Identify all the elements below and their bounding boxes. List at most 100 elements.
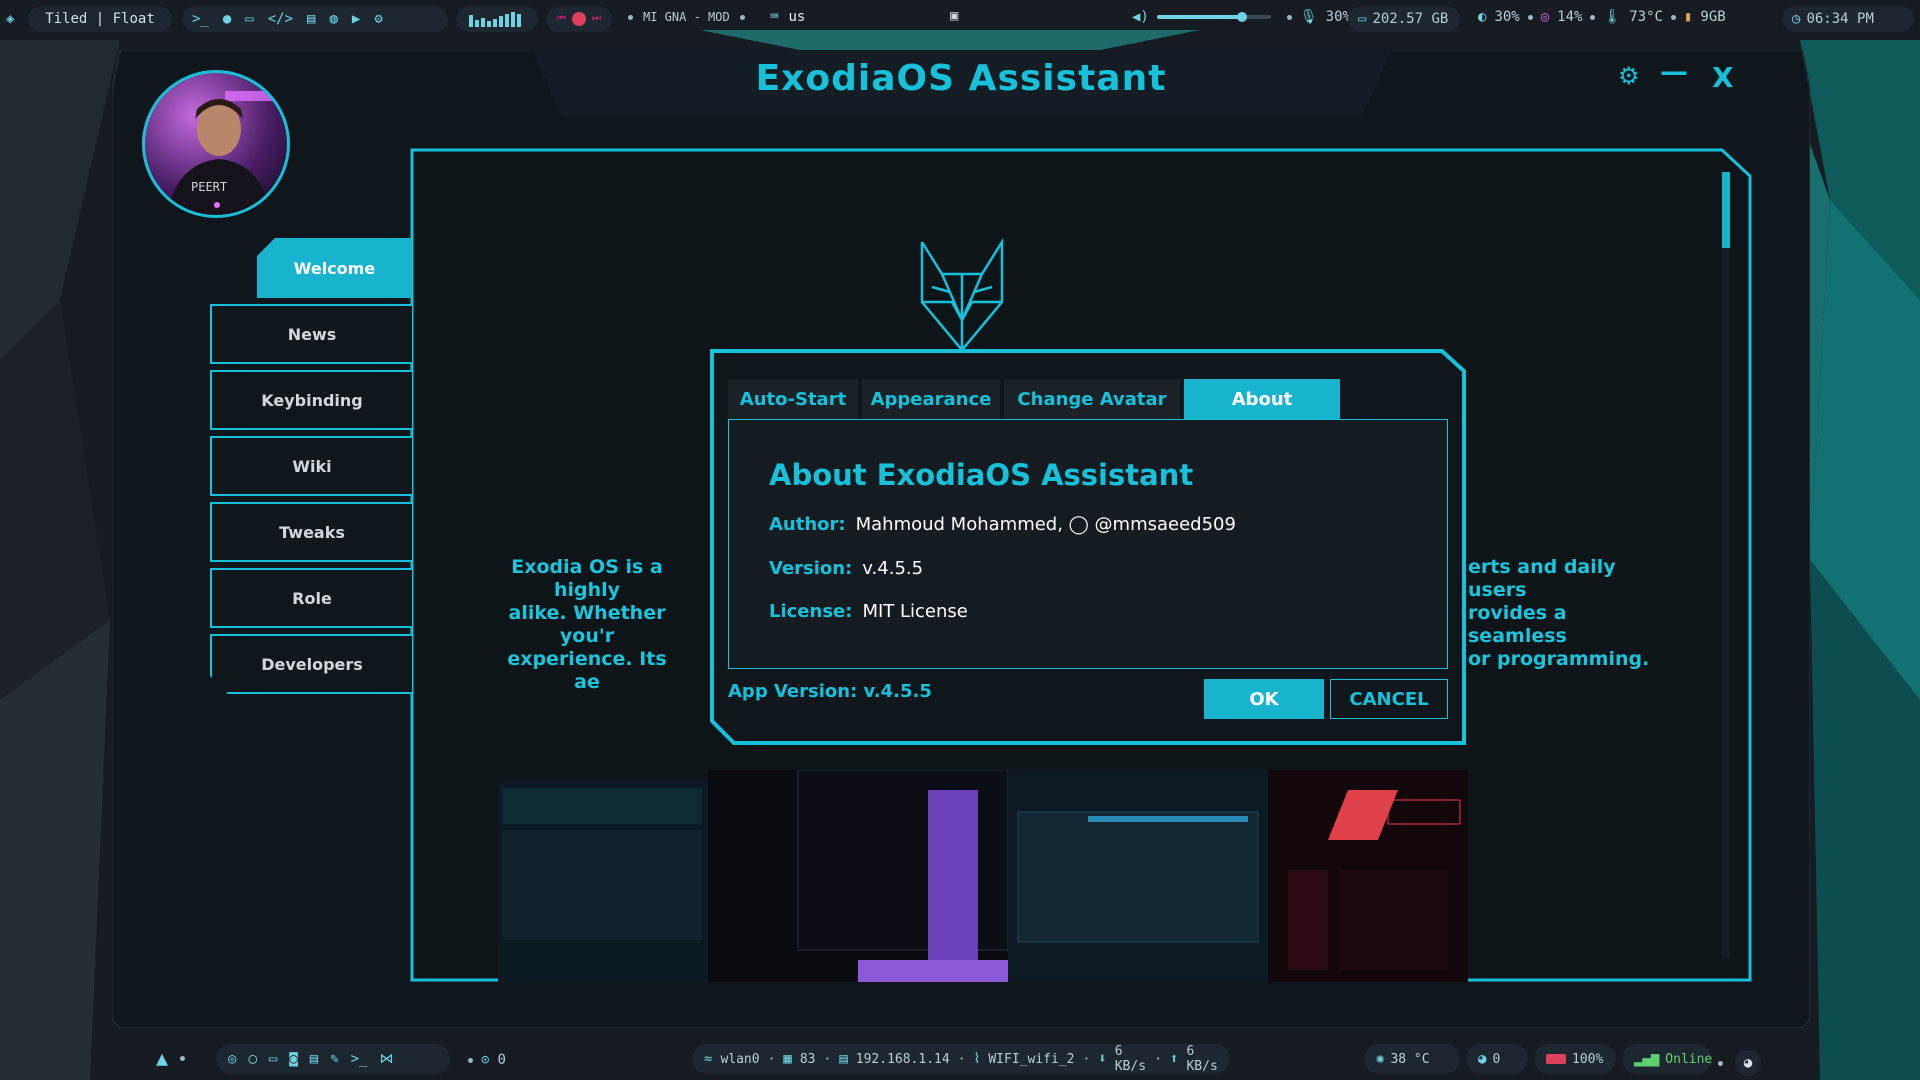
palette-icon[interactable]: ◕ bbox=[1735, 1050, 1761, 1076]
license-label: License: bbox=[769, 601, 853, 622]
volume-icon: ◀) bbox=[1132, 9, 1149, 25]
nav-welcome-label: Welcome bbox=[293, 258, 376, 278]
assistant-window: ExodiaOS Assistant ⚙ — X PEERT Welcome N… bbox=[112, 50, 1810, 1028]
about-heading: About ExodiaOS Assistant bbox=[769, 458, 1194, 492]
nav-wiki[interactable]: Wiki bbox=[210, 436, 412, 496]
close-button[interactable]: X bbox=[1712, 64, 1734, 92]
thermometer-icon: 🌡 bbox=[1603, 9, 1622, 25]
github-icon: ◕ bbox=[1478, 1051, 1487, 1067]
volume-control[interactable]: ◀) 🎙 30% bbox=[1132, 9, 1351, 25]
tab-appearance[interactable]: Appearance bbox=[862, 379, 1000, 419]
chat-icon[interactable]: ◍ bbox=[329, 12, 337, 26]
workspaces[interactable]: ⊙ 0 bbox=[468, 1052, 506, 1068]
clock-icon: ◷ bbox=[1792, 11, 1801, 27]
terminal-icon[interactable]: >_ bbox=[192, 12, 209, 26]
sun-icon: ✺ bbox=[1376, 1051, 1385, 1067]
tab-label: About bbox=[1231, 388, 1293, 410]
volume-slider-knob[interactable] bbox=[1237, 12, 1248, 22]
tray-center-icon[interactable]: ▣ bbox=[950, 9, 958, 23]
tab-auto-start[interactable]: Auto-Start bbox=[728, 379, 858, 419]
folder-icon[interactable]: ▭ bbox=[245, 12, 253, 26]
notes-icon[interactable]: ▤ bbox=[307, 12, 315, 26]
whatsapp-icon[interactable]: ◯ bbox=[248, 1052, 256, 1066]
vscode-icon[interactable]: ⋈ bbox=[379, 1052, 393, 1066]
upload-icon: ⬆ bbox=[1170, 1051, 1179, 1067]
signal-icon: ▦ bbox=[783, 1051, 792, 1067]
ram-icon: ▮ bbox=[1683, 9, 1693, 25]
wifi-icon: ≈ bbox=[704, 1051, 713, 1067]
ram-value: 9GB bbox=[1700, 9, 1726, 25]
nav-keybinding[interactable]: Keybinding bbox=[210, 370, 412, 430]
tray-right: ◕ bbox=[1718, 1050, 1761, 1076]
tab-about[interactable]: About bbox=[1184, 379, 1340, 419]
description-right: erts and daily users rovides a seamless … bbox=[1468, 556, 1668, 671]
firefox-icon[interactable]: ● bbox=[223, 12, 231, 26]
now-playing: MI GNA - MOD bbox=[628, 10, 745, 24]
cancel-button[interactable]: CANCEL bbox=[1330, 679, 1448, 719]
code-icon[interactable]: </> bbox=[268, 12, 293, 26]
youtube-icon[interactable]: ▶ bbox=[352, 12, 360, 26]
now-playing-text: MI GNA - MOD bbox=[643, 10, 730, 24]
nav-tweaks[interactable]: Tweaks bbox=[210, 502, 412, 562]
nav-role[interactable]: Role bbox=[210, 568, 412, 628]
github-notifications[interactable]: ◕ 0 bbox=[1466, 1044, 1528, 1074]
window-title: ExodiaOS Assistant bbox=[755, 58, 1167, 99]
monitor-icon[interactable]: ▭ bbox=[269, 1052, 277, 1066]
arch-logo-icon[interactable]: ◈ bbox=[6, 12, 14, 26]
signal-bars-icon: ▂▄▆ bbox=[1634, 1051, 1660, 1067]
nav-developers[interactable]: Developers bbox=[210, 634, 412, 694]
ssid: WIFI_wifi_2 bbox=[988, 1051, 1075, 1067]
memory-value: 14% bbox=[1557, 9, 1583, 25]
next-icon[interactable]: ⏭ bbox=[592, 14, 601, 24]
workspace-icon: ⊙ bbox=[481, 1052, 490, 1068]
keyboard-layout[interactable]: ⌨ us bbox=[770, 9, 805, 25]
nav-keybinding-label: Keybinding bbox=[261, 390, 363, 410]
editor-icon[interactable]: ✎ bbox=[330, 1052, 338, 1066]
battery-value: 100% bbox=[1572, 1051, 1604, 1067]
clock[interactable]: ◷ 06:34 PM bbox=[1782, 6, 1914, 32]
nav-news[interactable]: News bbox=[210, 304, 412, 364]
app-launcher-bar: >_ ● ▭ </> ▤ ◍ ▶ ⚙ bbox=[182, 6, 448, 32]
version-label: Version: bbox=[769, 558, 853, 579]
ip-address: 192.168.1.14 bbox=[855, 1051, 950, 1067]
avatar-photo: PEERT bbox=[166, 91, 287, 215]
tab-label: Auto-Start bbox=[739, 388, 847, 410]
cpu-temp-value: 38 °C bbox=[1390, 1051, 1430, 1067]
chrome-icon[interactable]: ◎ bbox=[228, 1052, 236, 1066]
author-value: Mahmoud Mohammed, ◯ @mmsaeed509 bbox=[855, 514, 1236, 535]
previous-icon[interactable]: ⏮ bbox=[557, 14, 566, 24]
app-version: App Version: v.4.5.5 bbox=[728, 681, 932, 702]
battery: 100% bbox=[1534, 1044, 1616, 1074]
files-icon[interactable]: ▤ bbox=[310, 1052, 318, 1066]
nav-welcome[interactable]: Welcome bbox=[257, 238, 412, 298]
clock-value: 06:34 PM bbox=[1806, 11, 1874, 27]
arch-launcher-icon[interactable]: ▲ bbox=[156, 1048, 168, 1068]
about-panel: About ExodiaOS Assistant Author: Mahmoud … bbox=[728, 419, 1448, 669]
description-left-line: experience. Its ae bbox=[507, 648, 667, 693]
minimize-button[interactable]: — bbox=[1660, 58, 1688, 86]
terminal-icon[interactable]: >_ bbox=[351, 1052, 368, 1066]
layout-switch[interactable]: Tiled | Float bbox=[28, 6, 172, 32]
gear-icon[interactable]: ⚙ bbox=[374, 12, 382, 26]
ssid-icon: ⌇ bbox=[973, 1051, 981, 1067]
wolf-logo-icon bbox=[920, 237, 1004, 352]
volume-slider[interactable] bbox=[1156, 12, 1271, 22]
ok-button[interactable]: OK bbox=[1204, 679, 1324, 719]
media-controls: ⏮ ⏭ bbox=[546, 6, 612, 32]
cpu-icon: ◐ bbox=[1478, 9, 1487, 25]
tab-change-avatar[interactable]: Change Avatar bbox=[1004, 379, 1180, 419]
upload-speed: 6 KB/s bbox=[1186, 1044, 1218, 1074]
battery-icon bbox=[1546, 1054, 1566, 1064]
settings-dialog: Auto-Start Appearance Change Avatar Abou… bbox=[710, 349, 1466, 745]
description-right-line: rovides a seamless bbox=[1468, 602, 1567, 647]
license-row: License: MIT License bbox=[769, 601, 968, 622]
description-left: Exodia OS is a highly alike. Whether you… bbox=[492, 556, 682, 694]
settings-gear-icon[interactable]: ⚙ bbox=[1618, 64, 1640, 88]
pause-icon[interactable] bbox=[572, 12, 586, 26]
nav-developers-label: Developers bbox=[261, 654, 363, 674]
discord-icon[interactable]: ◙ bbox=[289, 1052, 297, 1066]
avatar[interactable]: PEERT bbox=[142, 70, 290, 218]
description-right-line: erts and daily users bbox=[1468, 556, 1616, 601]
memory-icon: ◎ bbox=[1540, 9, 1550, 25]
launcher[interactable]: ▲ bbox=[156, 1048, 186, 1068]
